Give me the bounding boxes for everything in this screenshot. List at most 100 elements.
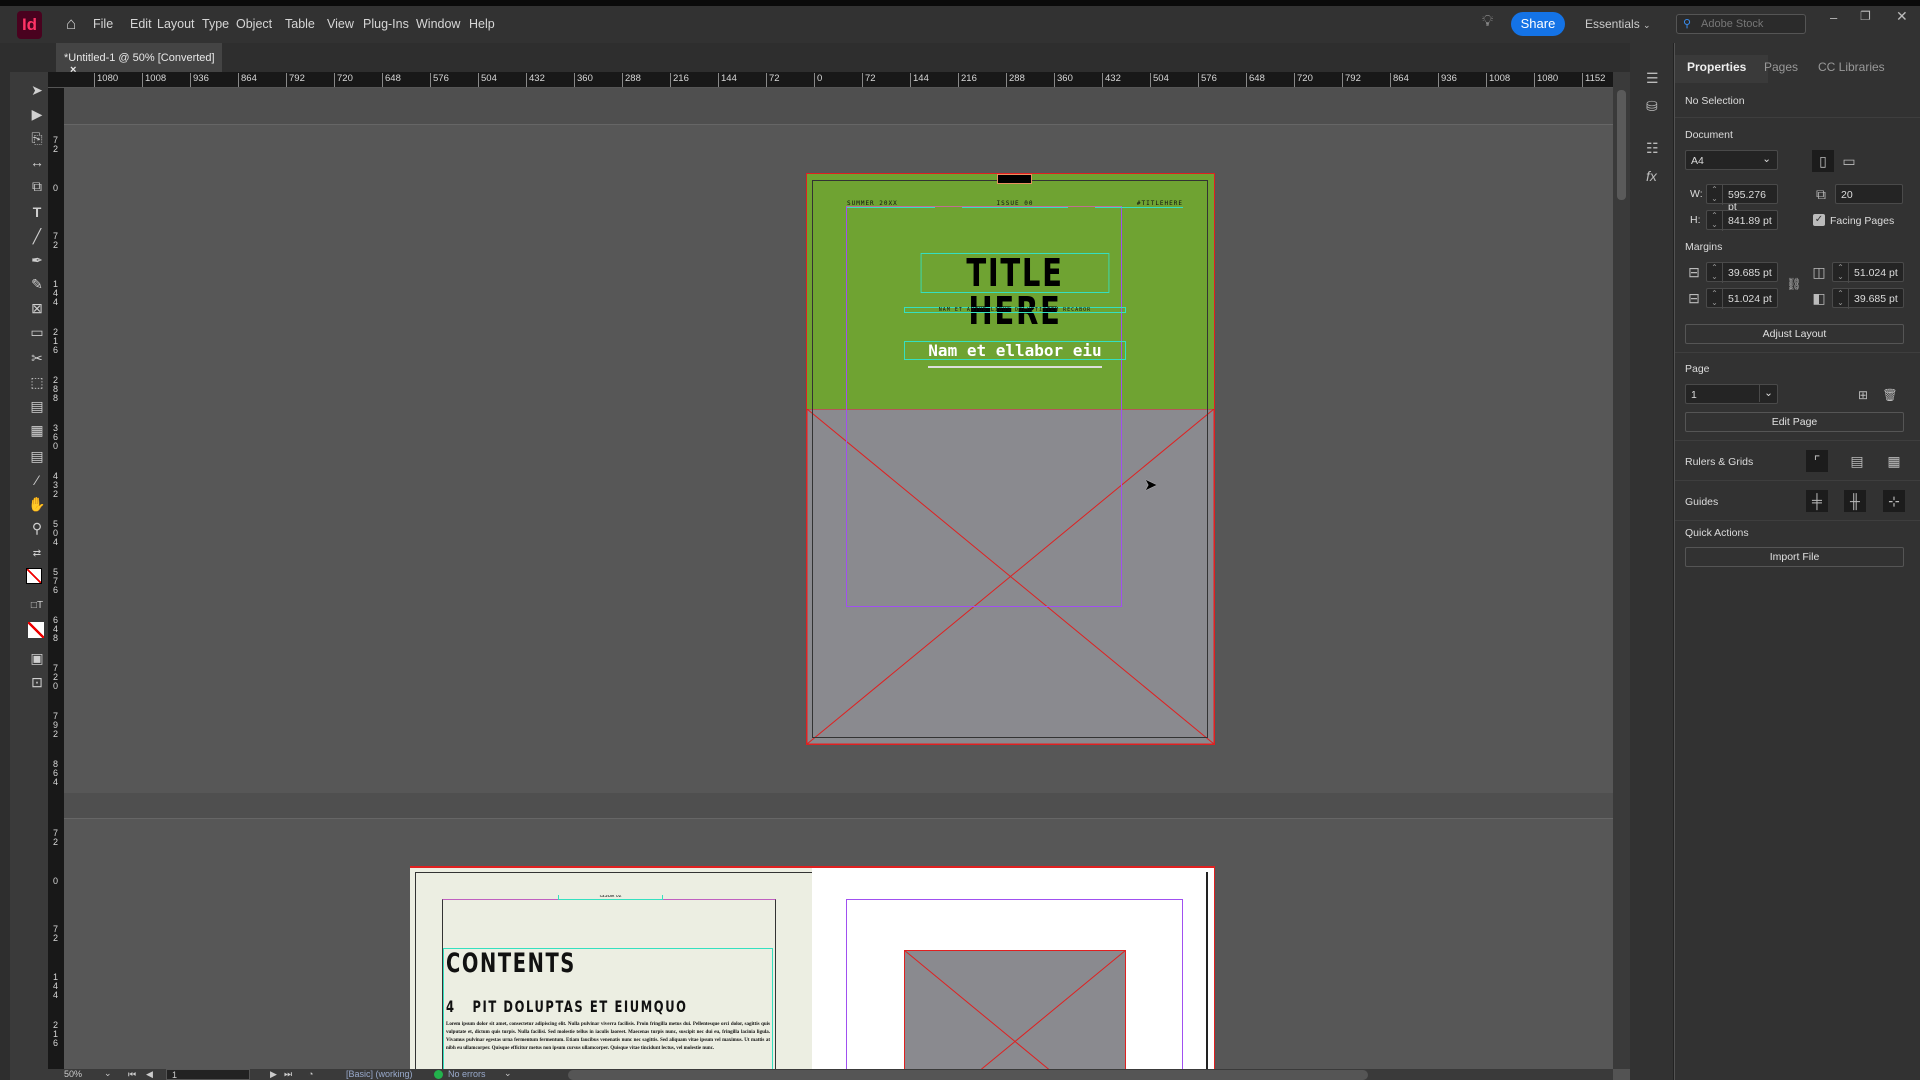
gradient-swatch-tool-icon[interactable]: ▤ <box>26 396 48 416</box>
minimize-button[interactable]: – <box>1830 10 1837 25</box>
width-stepper[interactable]: ⌃ ⌄ <box>1707 185 1723 205</box>
header-left-text[interactable]: SUMMER 20XX <box>847 200 935 208</box>
width-field[interactable]: ⌃ ⌄ 595.276 pt <box>1706 184 1778 213</box>
adjust-layout-button[interactable]: Adjust Layout <box>1685 324 1904 344</box>
selection-tool-icon[interactable]: ➤ <box>26 80 48 100</box>
margin-outside-stepper[interactable]: ⌃ ⌄ <box>1833 289 1849 309</box>
page-2[interactable]: ISSUE 02 CONTENTS 4 PIT DOLUPTAS ET EIUM… <box>410 866 815 1069</box>
edit-page-button[interactable]: Edit Page <box>1685 412 1904 432</box>
scissors-tool-icon[interactable]: ✂ <box>26 348 48 368</box>
content-collector-icon[interactable]: ⧉ <box>26 176 48 196</box>
hand-tool-icon[interactable]: ✋ <box>26 494 48 514</box>
pencil-tool-icon[interactable]: ✎ <box>26 274 48 294</box>
cover-subtitle[interactable]: Nam et ellabor eiu <box>904 341 1126 360</box>
margin-top-field[interactable]: ⌃ ⌄ 39.685 pt <box>1706 262 1778 283</box>
adobe-stock-search[interactable]: ⚲ Adobe Stock <box>1676 14 1806 34</box>
paragraph-styles-icon[interactable]: ☷ <box>1646 140 1659 157</box>
image-frame-placeholder[interactable] <box>904 950 1126 1069</box>
properties-panel-icon[interactable]: ☰ <box>1646 70 1659 87</box>
page-dropdown[interactable]: 1 ⌄ <box>1685 384 1778 404</box>
unlink-margins-icon[interactable]: ⛓ <box>1783 273 1805 295</box>
height-field[interactable]: ⌃ ⌄ 841.89 pt <box>1706 210 1778 231</box>
tab-pages[interactable]: Pages <box>1764 60 1798 74</box>
vertical-ruler[interactable]: 72 0 72 144 216 288 360 432 504 576 648 720 792 864 72… <box>48 88 64 1080</box>
home-icon[interactable]: ⌂ <box>66 14 76 34</box>
cover-title[interactable]: TITLE HERE <box>920 253 1110 330</box>
swap-fill-stroke-icon[interactable]: ⇄ <box>26 544 48 564</box>
last-page-icon[interactable]: ⏭ <box>284 1069 292 1080</box>
page-3[interactable] <box>812 866 1215 1069</box>
screen-mode-icon[interactable]: ▣ <box>26 648 48 668</box>
add-page-icon[interactable]: ⊞ <box>1852 384 1874 406</box>
preflight-errors[interactable]: No errors <box>448 1069 486 1079</box>
margin-bottom-field[interactable]: ⌃ ⌄ 51.024 pt <box>1706 288 1778 309</box>
formatting-container-icon[interactable]: □T <box>26 596 48 616</box>
show-guides-icon[interactable]: ╪ <box>1806 490 1828 512</box>
page-size-dropdown[interactable]: A4 ⌄ <box>1685 150 1778 170</box>
document-grid-icon[interactable]: ▦ <box>1883 450 1905 472</box>
document-tab[interactable]: *Untitled-1 @ 50% [Converted] × <box>56 43 222 76</box>
smart-guides-icon[interactable]: ⊹ <box>1883 490 1905 512</box>
tab-properties[interactable]: Properties <box>1687 60 1746 74</box>
scrollbar-thumb[interactable] <box>1617 90 1626 200</box>
note-tool-icon[interactable]: ▤ <box>26 446 48 466</box>
chevron-down-icon[interactable]: ⌄ <box>504 1069 512 1079</box>
open-page-icon[interactable]: ◔ <box>308 1069 313 1079</box>
lightbulb-icon[interactable]: 💡︎ <box>1482 13 1493 31</box>
horizontal-ruler[interactable]: 1080 1008 936 864 792 720 648 576 504 432 360 288 21… <box>48 72 1613 88</box>
menu-help[interactable]: Help <box>469 17 495 31</box>
menu-layout[interactable]: Layout <box>157 17 195 31</box>
margin-outside-field[interactable]: ⌃ ⌄ 39.685 pt <box>1832 288 1904 309</box>
facing-pages-checkbox[interactable]: ✓ <box>1813 214 1825 226</box>
type-tool-icon[interactable]: T <box>26 202 48 222</box>
gap-tool-icon[interactable]: ↔ <box>26 152 48 172</box>
page-number-field[interactable]: 1 <box>166 1069 250 1080</box>
pen-tool-icon[interactable]: ✒ <box>26 250 48 270</box>
close-window-button[interactable]: ✕ <box>1896 8 1908 25</box>
gradient-feather-tool-icon[interactable]: ▦ <box>26 420 48 440</box>
margin-bottom-stepper[interactable]: ⌃ ⌄ <box>1707 289 1723 309</box>
first-page-icon[interactable]: ⏮ <box>128 1069 136 1080</box>
direct-selection-tool-icon[interactable]: ▶ <box>26 104 48 124</box>
header-right-text[interactable]: #TITLEHERE <box>1095 200 1183 208</box>
contents-frame[interactable]: CONTENTS 4 PIT DOLUPTAS ET EIUMQUO Lorem… <box>443 948 773 1069</box>
margin-inside-stepper[interactable]: ⌃ ⌄ <box>1833 263 1849 283</box>
menu-file[interactable]: File <box>93 17 113 31</box>
page-1[interactable]: SUMMER 20XX ISSUE 00 #TITLEHERE TITLE HE… <box>806 173 1215 745</box>
margin-inside-field[interactable]: ⌃ ⌄ 51.024 pt <box>1832 262 1904 283</box>
import-file-button[interactable]: Import File <box>1685 547 1904 567</box>
cover-tagline[interactable]: NAM ET ANTUR LIBUS DOLUPTISTEM RECABOR <box>904 307 1126 313</box>
landscape-orientation-icon[interactable]: ▭ <box>1838 150 1860 172</box>
menu-plug-ins[interactable]: Plug-Ins <box>363 17 409 31</box>
page-tool-icon[interactable]: ⎘ <box>26 128 48 148</box>
zoom-tool-icon[interactable]: ⚲ <box>26 518 48 538</box>
chevron-down-icon[interactable]: ⌄ <box>104 1069 112 1079</box>
portrait-orientation-icon[interactable]: ▯ <box>1812 150 1834 172</box>
fill-stroke-swatch[interactable] <box>26 568 48 588</box>
vertical-scrollbar[interactable] <box>1613 72 1630 1069</box>
pages-count-field[interactable]: 20 <box>1835 184 1903 204</box>
height-stepper[interactable]: ⌃ ⌄ <box>1707 211 1723 231</box>
zoom-level[interactable]: 50% <box>64 1069 82 1079</box>
delete-page-icon[interactable]: 🗑︎ <box>1879 384 1901 406</box>
baseline-grid-icon[interactable]: ▤ <box>1846 450 1868 472</box>
tab-cc-libraries[interactable]: CC Libraries <box>1818 60 1885 74</box>
rectangle-tool-icon[interactable]: ▭ <box>26 322 48 342</box>
restore-button[interactable]: ❐ <box>1860 9 1871 23</box>
menu-edit[interactable]: Edit <box>130 17 152 31</box>
menu-object[interactable]: Object <box>236 17 272 31</box>
previous-page-icon[interactable]: ◀ <box>146 1069 153 1080</box>
menu-table[interactable]: Table <box>285 17 315 31</box>
next-page-icon[interactable]: ▶ <box>270 1069 277 1080</box>
eyedropper-tool-icon[interactable]: ⁄ <box>26 470 48 490</box>
fx-effects-icon[interactable]: fx <box>1646 168 1657 184</box>
document-canvas[interactable]: SUMMER 20XX ISSUE 00 #TITLEHERE TITLE HE… <box>64 88 1613 1069</box>
rectangle-frame-tool-icon[interactable]: ⊠ <box>26 298 48 318</box>
menu-view[interactable]: View <box>327 17 354 31</box>
horizontal-scrollbar[interactable] <box>568 1070 1368 1080</box>
margin-top-stepper[interactable]: ⌃ ⌄ <box>1707 263 1723 283</box>
rulers-toggle-icon[interactable]: ⌜ <box>1806 450 1828 472</box>
lock-guides-icon[interactable]: ╫ <box>1844 490 1866 512</box>
line-tool-icon[interactable]: ╱ <box>26 226 48 246</box>
header-center-text[interactable]: ISSUE 00 <box>962 200 1068 208</box>
